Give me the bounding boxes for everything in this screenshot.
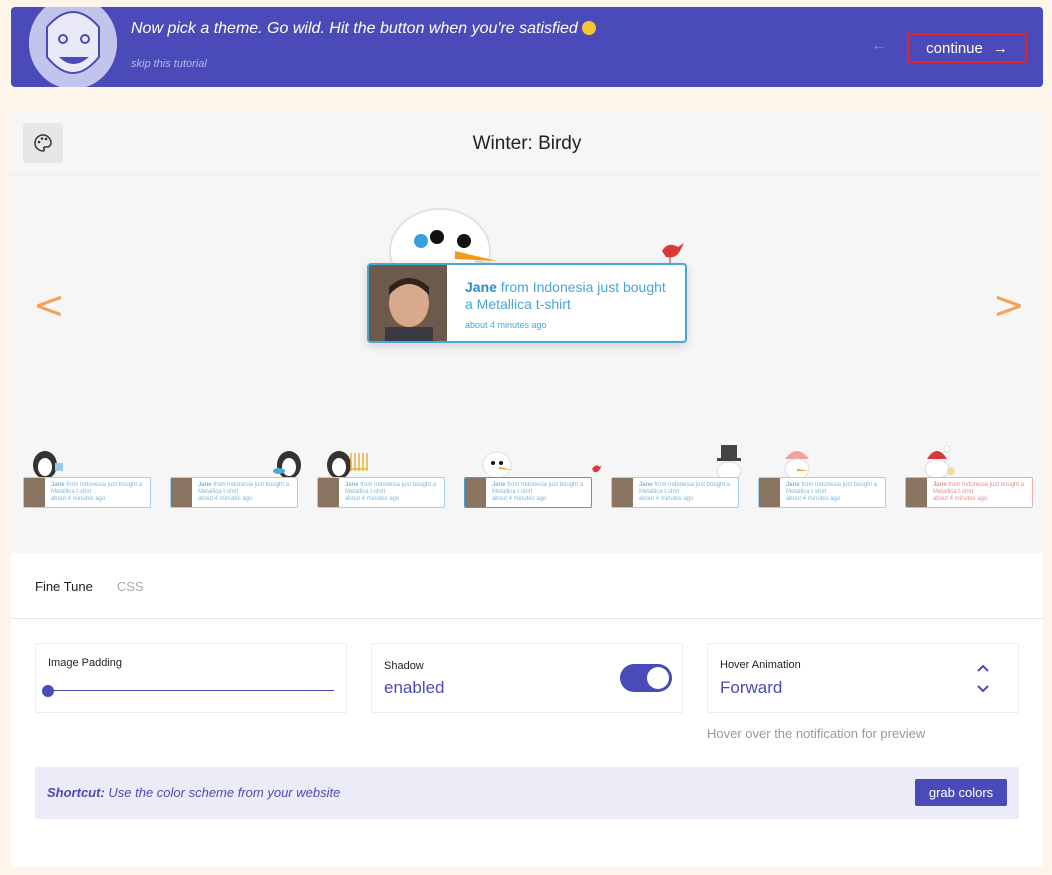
chevron-updown-icon[interactable] xyxy=(976,662,990,696)
notification-preview[interactable]: Jane from Indonesia just bought a Metall… xyxy=(367,263,687,343)
arrow-left-icon[interactable]: ← xyxy=(871,37,887,55)
theme-preview: < > Jane from Indonesia just bought a Me… xyxy=(11,175,1043,553)
snowman-hat-icon xyxy=(716,445,742,479)
banner-message: Now pick a theme. Go wild. Hit the butto… xyxy=(131,20,596,38)
skip-tutorial-link[interactable]: skip this tutorial xyxy=(131,58,207,70)
hover-animation-label: Hover Animation xyxy=(720,659,801,671)
theme-thumbnail[interactable]: Jane from Indonesia just bought a Metall… xyxy=(758,477,886,508)
snowman-beanie-icon xyxy=(784,451,810,479)
theme-thumbnail[interactable]: Jane from Indonesia just bought a Metall… xyxy=(905,477,1033,508)
thumbnail-photo xyxy=(318,478,339,507)
shadow-toggle[interactable] xyxy=(620,664,672,692)
theme-title: Winter: Birdy xyxy=(472,133,582,154)
theme-thumbnail[interactable]: Jane from Indonesia just bought a Metall… xyxy=(170,477,298,508)
emoji-icon xyxy=(581,21,596,35)
snowman-icon xyxy=(482,451,513,479)
customer-photo xyxy=(369,265,447,341)
penguin-menorah-icon xyxy=(327,451,368,479)
thumbnail-photo xyxy=(171,478,192,507)
tab-css[interactable]: CSS xyxy=(117,579,144,619)
image-padding-panel: Image Padding xyxy=(35,643,347,713)
arrow-right-icon: → xyxy=(992,39,1008,57)
palette-button[interactable] xyxy=(23,123,63,163)
theme-header: Winter: Birdy xyxy=(11,111,1043,175)
shadow-value: enabled xyxy=(384,678,445,697)
grab-colors-button[interactable]: grab colors xyxy=(915,779,1007,806)
notification-time: about 4 minutes ago xyxy=(465,320,547,330)
theme-thumbnail[interactable]: Jane from Indonesia just bought a Metall… xyxy=(611,477,739,508)
santa-icon xyxy=(924,445,955,479)
customer-name: Jane xyxy=(465,279,497,295)
tab-fine-tune[interactable]: Fine Tune xyxy=(35,579,93,619)
shadow-panel: Shadow enabled xyxy=(371,643,683,713)
thumbnail-photo xyxy=(759,478,780,507)
bird-icon xyxy=(662,243,684,264)
penguin-icon xyxy=(33,451,63,479)
shadow-label: Shadow xyxy=(384,660,424,672)
continue-label: continue xyxy=(926,39,983,57)
slider-handle[interactable] xyxy=(42,685,54,697)
palette-icon xyxy=(34,134,52,152)
theme-card: Winter: Birdy < > Jane from Indonesia ju… xyxy=(11,111,1043,867)
tabs-divider xyxy=(11,618,1043,619)
hover-animation-hint: Hover over the notification for preview xyxy=(707,726,926,741)
theme-thumbnail[interactable]: Jane from Indonesia just bought a Metall… xyxy=(23,477,151,508)
thumbnail-photo xyxy=(24,478,45,507)
shortcut-banner: Shortcut: Use the color scheme from your… xyxy=(35,767,1019,819)
theme-thumbnail[interactable]: Jane from Indonesia just bought a Metall… xyxy=(317,477,445,508)
bird-icon xyxy=(592,465,602,473)
thumbnail-photo xyxy=(906,478,927,507)
settings-tabs: Fine Tune CSS xyxy=(35,579,144,619)
tutorial-banner: Now pick a theme. Go wild. Hit the butto… xyxy=(11,7,1043,87)
shortcut-description: Use the color scheme from your website xyxy=(104,785,341,800)
avatar xyxy=(29,7,117,87)
image-padding-label: Image Padding xyxy=(48,657,122,669)
image-padding-slider[interactable] xyxy=(48,690,334,691)
notification-text: Jane from Indonesia just bought a Metall… xyxy=(447,265,685,341)
shortcut-prefix: Shortcut: xyxy=(47,785,105,800)
hover-animation-panel: Hover Animation Forward xyxy=(707,643,1019,713)
penguin-icon xyxy=(273,451,301,479)
thumbnail-photo xyxy=(612,478,633,507)
next-theme-button[interactable]: > xyxy=(993,283,1025,327)
prev-theme-button[interactable]: < xyxy=(33,283,65,327)
hover-animation-value: Forward xyxy=(720,678,783,697)
shortcut-text: Shortcut: Use the color scheme from your… xyxy=(47,785,340,800)
thumbnail-photo xyxy=(465,478,486,507)
theme-thumbnail[interactable]: Jane from Indonesia just bought a Metall… xyxy=(464,477,592,508)
continue-button[interactable]: continue → xyxy=(907,33,1027,63)
theme-thumbnails: Jane from Indonesia just bought a Metall… xyxy=(21,443,1036,523)
